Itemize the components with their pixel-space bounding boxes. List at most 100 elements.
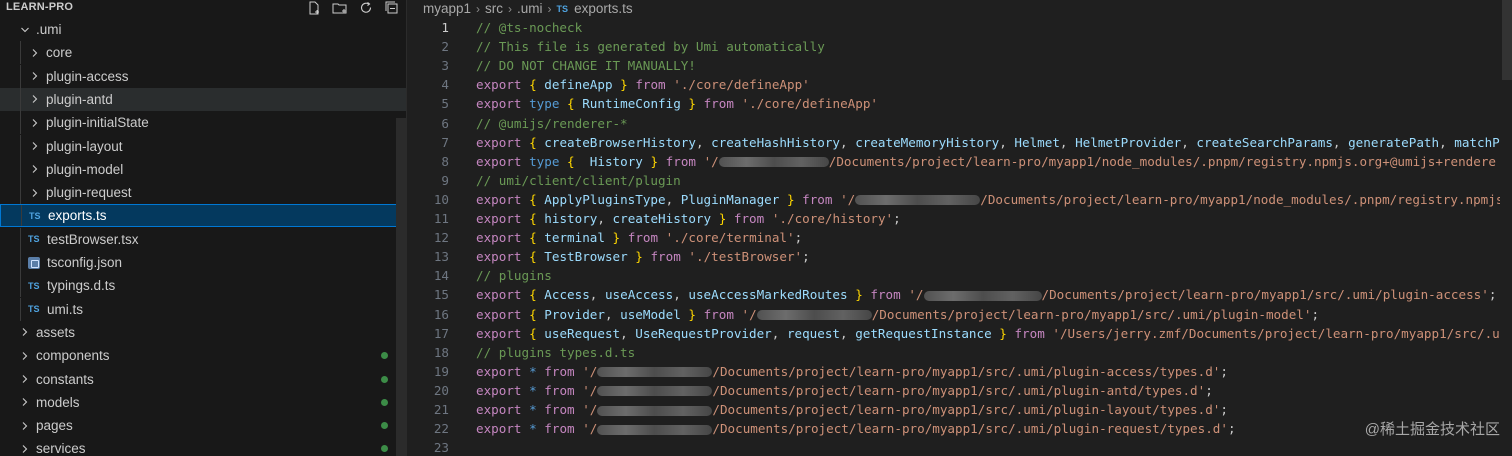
collapse-all-icon[interactable] — [384, 0, 400, 16]
code-line[interactable]: 13 export { TestBrowser } from './testBro… — [407, 247, 1512, 266]
new-folder-icon[interactable] — [332, 0, 348, 16]
code-line[interactable]: 3 // DO NOT CHANGE IT MANUALLY! — [407, 56, 1512, 75]
code-line[interactable]: 20 export * from '//Documents/project/lea… — [407, 381, 1512, 400]
code-text: export * from '//Documents/project/learn… — [476, 363, 1228, 379]
code-line[interactable]: 12 export { terminal } from './core/termi… — [407, 228, 1512, 247]
code-text: export { TestBrowser } from './testBrows… — [476, 249, 810, 265]
chevron-right-icon — [28, 162, 42, 176]
tree-item[interactable]: models — [0, 391, 406, 414]
chevron-right-icon — [28, 186, 42, 200]
git-status-dot — [381, 352, 388, 360]
tree-item[interactable]: TS typings.d.ts — [0, 274, 406, 298]
line-number: 15 — [433, 287, 449, 303]
tree-item[interactable]: TS umi.ts — [0, 297, 406, 321]
indent-guide — [20, 297, 21, 321]
code-line[interactable]: 10 export { ApplyPluginsType, PluginManag… — [407, 190, 1512, 209]
code-line[interactable]: 6 // @umijs/renderer-* — [407, 114, 1512, 133]
tree-item[interactable]: plugin-access — [0, 64, 406, 88]
typescript-file-icon: TS — [28, 234, 40, 245]
tree-item[interactable]: plugin-antd — [0, 87, 406, 111]
code-editor[interactable]: myapp1 › src › .umi › TS exports.ts 1 // … — [407, 0, 1512, 456]
breadcrumb: myapp1 › src › .umi › TS exports.ts — [423, 0, 633, 17]
tree-item[interactable]: TS exports.ts — [0, 204, 406, 228]
indent-guide — [20, 227, 21, 251]
code-text: // plugins — [476, 268, 552, 284]
watermark: @稀土掘金技术社区 — [1364, 421, 1500, 438]
tree-item[interactable]: pages — [0, 414, 406, 437]
line-number: 12 — [433, 230, 449, 246]
code-line[interactable]: 1 // @ts-nocheck — [407, 18, 1512, 37]
indent-guide — [20, 41, 21, 65]
code-line[interactable]: 19 export * from '//Documents/project/lea… — [407, 362, 1512, 381]
tree-item[interactable]: tsconfig.json — [0, 251, 406, 274]
tree-item-label: plugin-antd — [46, 91, 113, 107]
chevron-right-icon — [28, 139, 42, 153]
tree-item[interactable]: services — [0, 437, 406, 456]
breadcrumb-item[interactable]: .umi — [517, 1, 543, 16]
explorer-sidebar: LEARN-PRO .umi core plugin-access plugin-an… — [0, 0, 407, 456]
tree-item-label: pages — [36, 418, 73, 434]
line-number: 22 — [433, 421, 449, 437]
tree-item-label: .umi — [36, 22, 62, 37]
code-line[interactable]: 9 // umi/client/client/plugin — [407, 171, 1512, 190]
tree-item[interactable]: core — [0, 41, 406, 65]
tree-item[interactable]: assets — [0, 321, 406, 344]
code-text: export type { RuntimeConfig } from './co… — [476, 96, 878, 112]
git-status-dot — [381, 398, 388, 406]
line-number: 10 — [433, 191, 449, 207]
redacted-path — [597, 424, 713, 435]
code-line[interactable]: 14 // plugins — [407, 266, 1512, 285]
code-line[interactable]: 11 export { history, createHistory } from… — [407, 209, 1512, 228]
tree-item-label: services — [36, 441, 86, 456]
line-number: 1 — [441, 20, 449, 35]
refresh-icon[interactable] — [358, 0, 374, 16]
code-line[interactable]: 21 export * from '//Documents/project/lea… — [407, 400, 1512, 419]
code-text: // @ts-nocheck — [476, 20, 583, 35]
chevron-right-icon — [18, 442, 32, 456]
line-number: 5 — [441, 96, 449, 112]
code-line[interactable]: 17 export { useRequest, UseRequestProvide… — [407, 324, 1512, 343]
tree-item[interactable]: TS testBrowser.tsx — [0, 227, 406, 251]
new-file-icon[interactable] — [306, 0, 322, 16]
minimap[interactable] — [1500, 0, 1512, 456]
redacted-path — [855, 195, 981, 206]
code-line[interactable]: 7 export { createBrowserHistory, createHa… — [407, 133, 1512, 152]
breadcrumb-item[interactable]: myapp1 — [423, 1, 471, 16]
code-line[interactable]: 5 export type { RuntimeConfig } from './c… — [407, 94, 1512, 113]
tree-item[interactable]: plugin-initialState — [0, 111, 406, 135]
tree-item[interactable]: constants — [0, 368, 406, 391]
tree-item-label: plugin-layout — [46, 138, 123, 154]
code-line[interactable]: 23 — [407, 438, 1512, 456]
code-line[interactable]: 8 export type { History } from '//Documen… — [407, 152, 1512, 171]
line-number: 2 — [441, 39, 449, 55]
line-number: 6 — [441, 115, 449, 131]
tree-item[interactable]: plugin-request — [0, 181, 406, 205]
indent-guide — [20, 274, 21, 298]
sidebar-scrollbar[interactable] — [396, 118, 406, 456]
minimap-slider[interactable] — [1502, 0, 1512, 80]
tree-item[interactable]: plugin-model — [0, 157, 406, 181]
line-number: 20 — [433, 382, 449, 398]
line-number: 7 — [441, 134, 449, 150]
code-line[interactable]: 18 // plugins types.d.ts — [407, 343, 1512, 362]
breadcrumb-file[interactable]: exports.ts — [574, 1, 633, 16]
code-text: // This file is generated by Umi automat… — [476, 39, 825, 55]
tree-item[interactable]: plugin-layout — [0, 134, 406, 158]
code-line[interactable]: 2 // This file is generated by Umi automa… — [407, 37, 1512, 56]
code-text: export * from '//Documents/project/learn… — [476, 421, 1236, 437]
indent-guide — [20, 157, 21, 181]
code-line[interactable]: 16 export { Provider, useModel } from '//… — [407, 305, 1512, 324]
line-number: 14 — [433, 268, 449, 284]
breadcrumb-item[interactable]: src — [485, 1, 503, 16]
code-text: export { history, createHistory } from '… — [476, 211, 901, 226]
line-number: 11 — [433, 211, 449, 226]
json-file-icon — [28, 256, 40, 269]
chevron-right-icon — [18, 349, 32, 363]
tree-item[interactable]: components — [0, 344, 406, 367]
indent-guide — [20, 64, 21, 88]
tree-item[interactable]: .umi — [0, 18, 406, 41]
code-line[interactable]: 15 export { Access, useAccess, useAccessM… — [407, 285, 1512, 304]
redacted-path — [923, 290, 1042, 301]
code-line[interactable]: 22 export * from '//Documents/project/lea… — [407, 419, 1512, 438]
code-line[interactable]: 4 export { defineApp } from './core/defin… — [407, 75, 1512, 94]
